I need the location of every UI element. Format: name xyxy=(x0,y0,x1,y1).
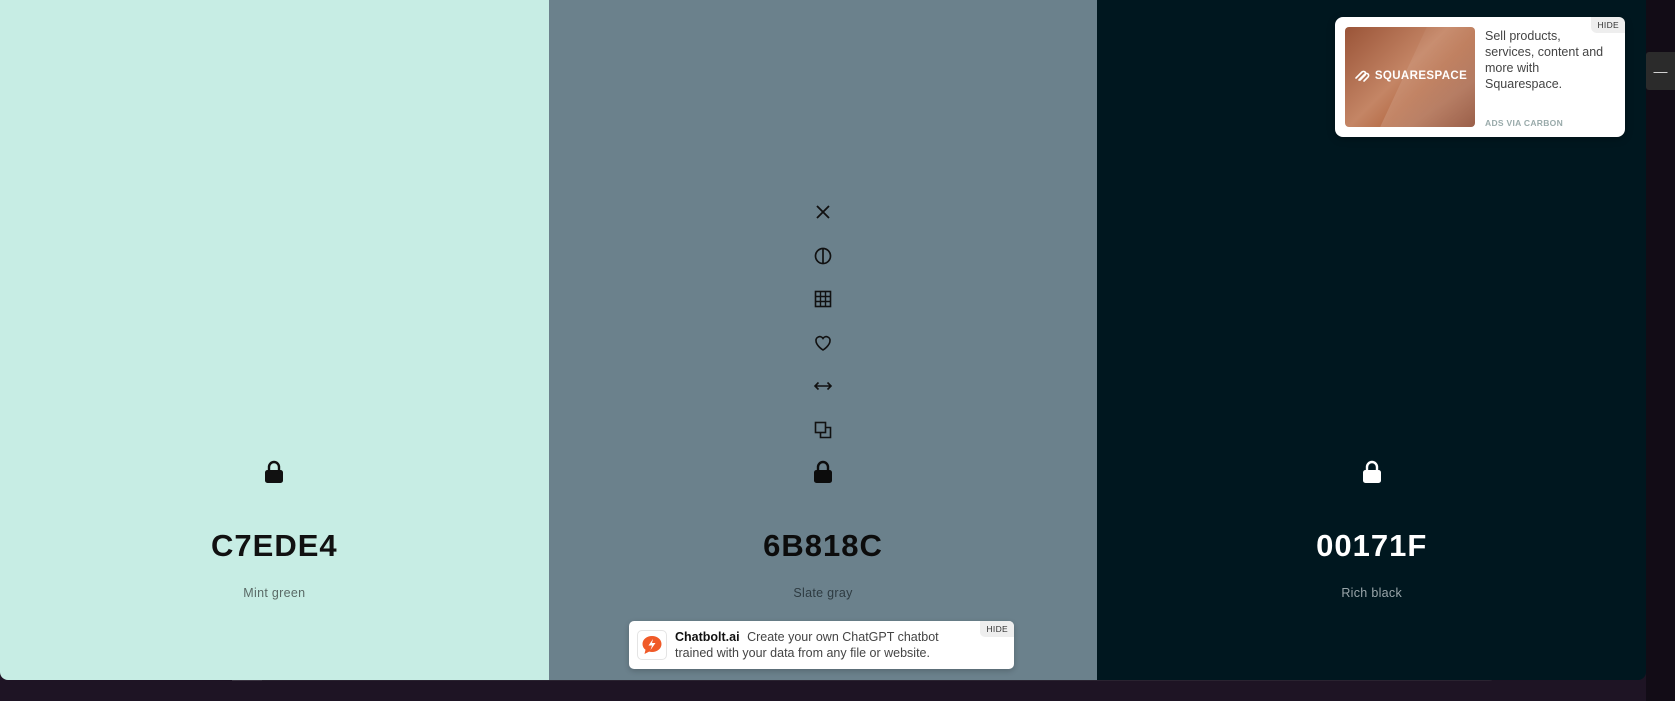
hide-ad-button[interactable]: HIDE xyxy=(1591,17,1625,33)
lock-icon xyxy=(265,460,284,483)
ad-brand: SQUARESPACE xyxy=(1374,70,1468,82)
favorite-button[interactable] xyxy=(809,329,837,357)
grid-icon xyxy=(814,290,832,308)
lock-button[interactable] xyxy=(809,458,837,486)
color-hex[interactable]: C7EDE4 xyxy=(0,528,549,564)
chat-bolt-icon xyxy=(642,636,662,654)
ad-image[interactable]: SQUARESPACE xyxy=(1345,27,1475,127)
color-name: Slate gray xyxy=(793,586,853,600)
color-hex[interactable]: 6B818C xyxy=(549,528,1098,564)
grid-view-button[interactable] xyxy=(809,285,837,313)
drag-arrows-icon xyxy=(813,381,833,391)
color-name: Mint green xyxy=(243,586,306,600)
lock-icon xyxy=(1362,460,1381,483)
squarespace-logo-icon xyxy=(1355,70,1370,82)
squarespace-logo: SQUARESPACE xyxy=(1345,69,1475,83)
ad-via[interactable]: ADS VIA CARBON xyxy=(1485,118,1563,128)
color-name: Rich black xyxy=(1341,586,1403,600)
collapse-button[interactable]: — xyxy=(1646,52,1675,90)
chatbolt-ad[interactable]: Chatbolt.ai Create your own ChatGPT chat… xyxy=(629,621,1014,669)
lock-button[interactable] xyxy=(1358,458,1386,486)
copy-button[interactable] xyxy=(809,416,837,444)
hide-chatbolt-button[interactable]: HIDE xyxy=(980,621,1014,637)
contrast-icon xyxy=(814,247,832,264)
window-edge xyxy=(1646,0,1675,701)
lock-button[interactable] xyxy=(260,458,288,486)
shades-button[interactable] xyxy=(809,242,837,270)
heart-icon xyxy=(815,335,831,351)
swatch-mint-green[interactable]: C7EDE4 Mint green xyxy=(0,0,549,680)
close-icon xyxy=(816,205,830,219)
color-hex[interactable]: 00171F xyxy=(1097,528,1646,564)
remove-color-button[interactable] xyxy=(809,198,837,226)
copy-icon xyxy=(814,421,832,438)
swatch-toolbar xyxy=(809,198,837,459)
chatbolt-logo xyxy=(637,630,667,660)
lock-icon xyxy=(814,460,832,483)
ad-text[interactable]: Sell products, services, content and mor… xyxy=(1485,28,1613,92)
carbon-ad[interactable]: SQUARESPACE Sell products, services, con… xyxy=(1335,17,1625,137)
drag-button[interactable] xyxy=(809,372,837,400)
chatbolt-brand: Chatbolt.ai xyxy=(675,630,740,644)
swatch-slate-gray[interactable]: 6B818C Slate gray xyxy=(548,0,1098,680)
chatbolt-text[interactable]: Chatbolt.ai Create your own ChatGPT chat… xyxy=(675,629,975,661)
